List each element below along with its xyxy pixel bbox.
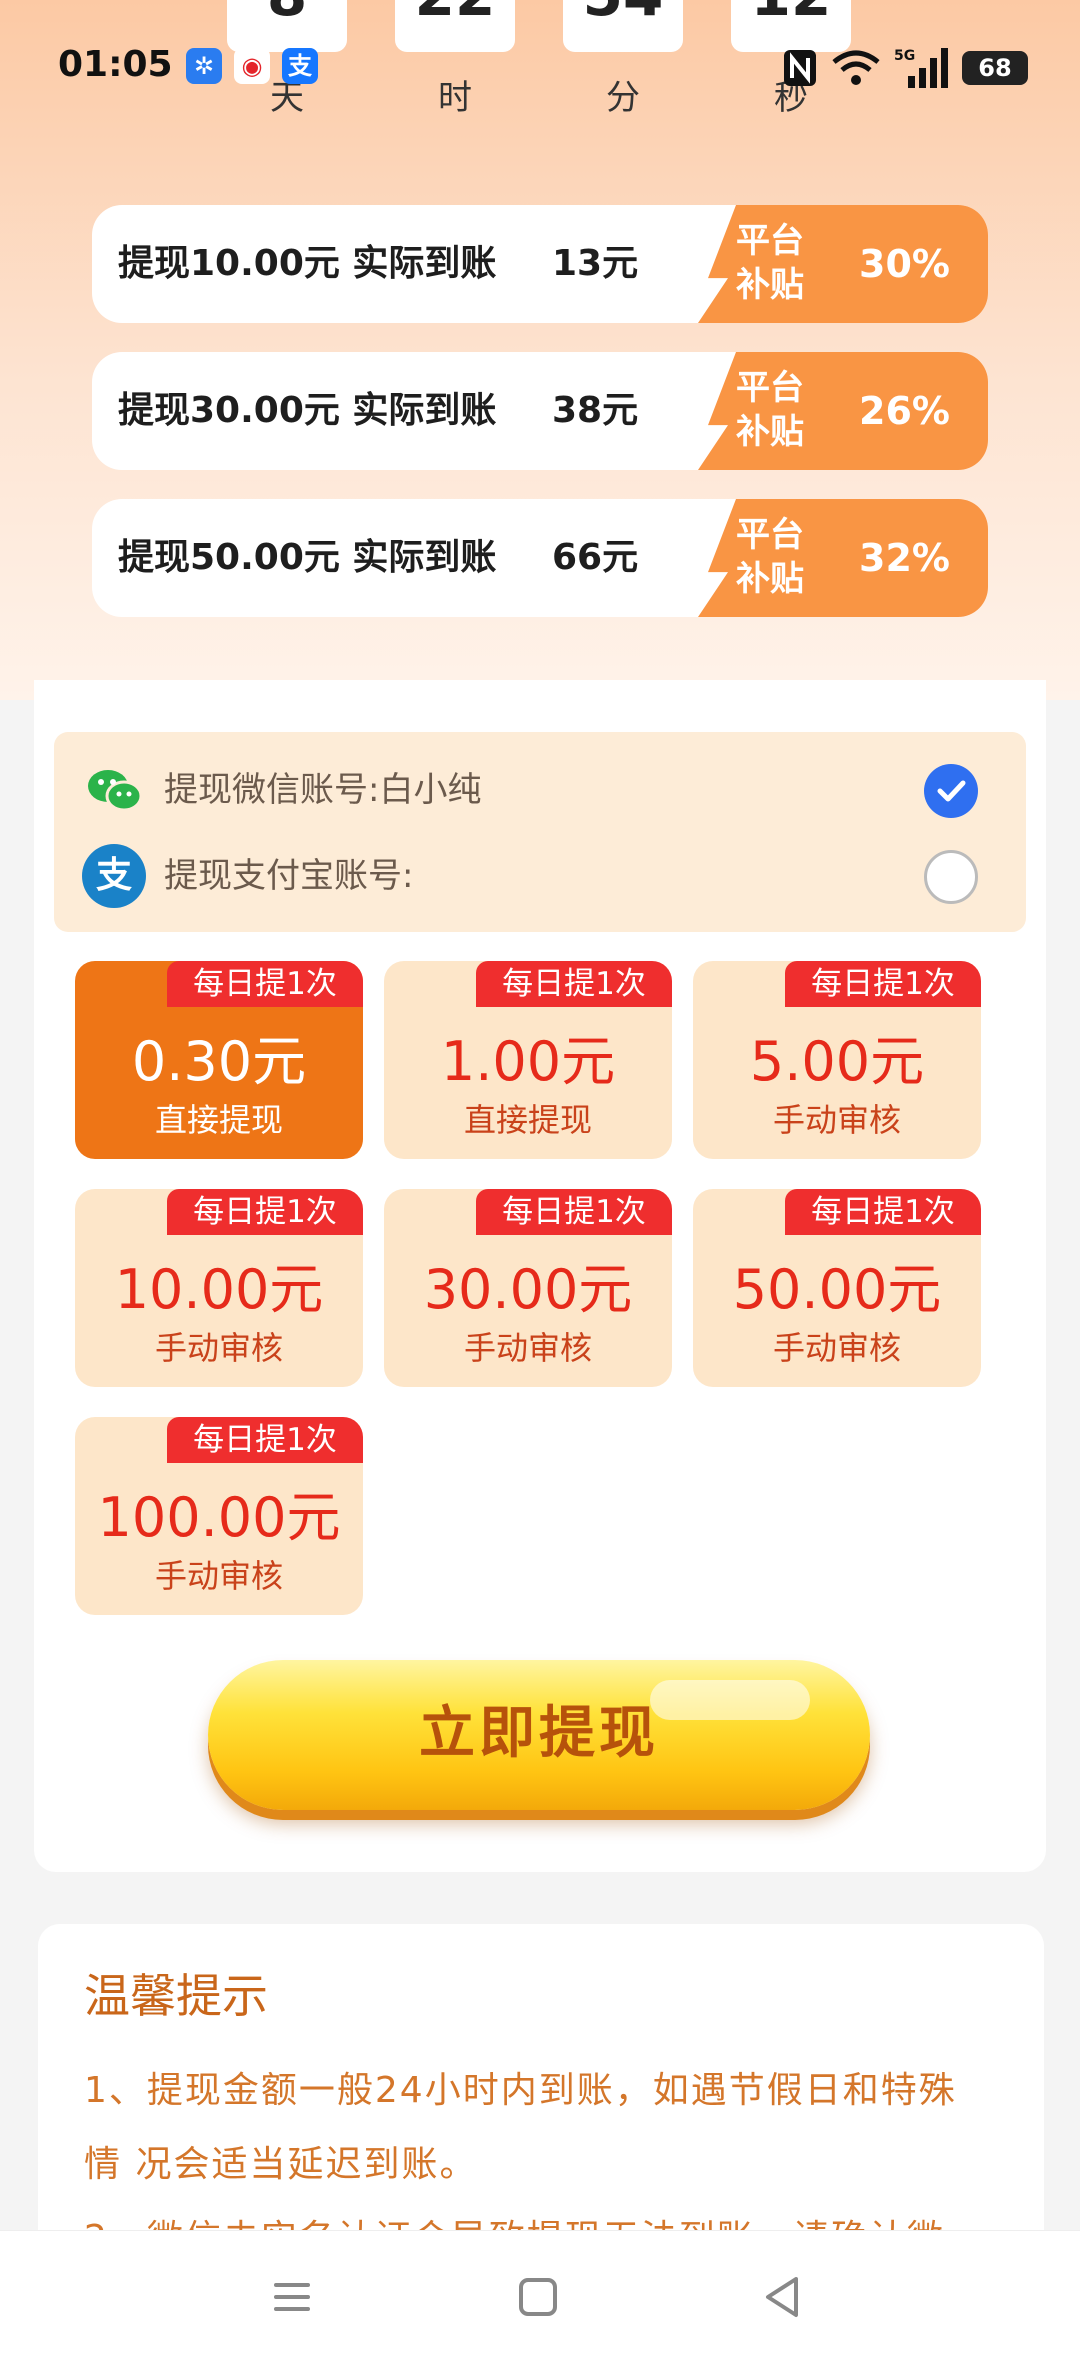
amount-value: 10.00元 — [114, 1258, 324, 1321]
wechat-account-option[interactable]: 提现微信账号:白小纯 — [54, 750, 1026, 830]
cellular-signal-icon: 5G — [894, 48, 948, 88]
wifi-icon — [832, 50, 880, 85]
amount-desc: 手动审核 — [772, 1329, 901, 1367]
amount-option[interactable]: 每日提1次 50.00元 手动审核 — [693, 1189, 981, 1387]
amount-desc: 手动审核 — [463, 1329, 592, 1367]
battery-indicator: 68 — [962, 51, 1028, 85]
alipay-notification-icon: 支 — [282, 48, 318, 84]
status-time: 01:05 — [58, 44, 173, 85]
amount-value: 50.00元 — [732, 1258, 942, 1321]
tips-title: 温馨提示 — [84, 1969, 268, 2023]
amount-value: 5.00元 — [749, 1030, 925, 1093]
amount-option[interactable]: 每日提1次 100.00元 手动审核 — [75, 1417, 363, 1615]
tips-card: 温馨提示 1、提现金额一般24小时内到账，如遇节假日和特殊 情 况会适当延迟到账… — [38, 1924, 1044, 2264]
status-indicators: 5G 68 — [782, 46, 1028, 90]
subsidy-row: 提现30.00元 实际到账 38元 平台 补贴 26% — [92, 352, 988, 470]
weibo-icon: ◉ — [234, 48, 270, 84]
amount-desc: 手动审核 — [772, 1101, 901, 1139]
countdown-hours: 22 — [415, 0, 496, 29]
subsidy-text: 提现10.00元 实际到账 — [118, 243, 497, 284]
daily-limit-badge: 每日提1次 — [476, 1189, 672, 1235]
amount-value: 1.00元 — [440, 1030, 616, 1093]
subsidy-percent: 32% — [859, 536, 950, 580]
daily-limit-badge: 每日提1次 — [785, 1189, 981, 1235]
wechat-account-label: 提现微信账号:白小纯 — [164, 770, 482, 810]
subsidy-text: 提现50.00元 实际到账 — [118, 537, 497, 578]
account-panel: 提现微信账号:白小纯 支 提现支付宝账号: — [54, 732, 1026, 932]
alipay-account-option[interactable]: 支 提现支付宝账号: — [54, 836, 1026, 916]
tips-line: 1、提现金额一般24小时内到账，如遇节假日和特殊 — [84, 2070, 957, 2111]
alipay-account-label: 提现支付宝账号: — [164, 856, 414, 896]
amount-desc: 直接提现 — [463, 1101, 592, 1139]
menu-icon[interactable] — [262, 2267, 322, 2327]
button-highlight — [650, 1680, 810, 1720]
home-icon[interactable] — [508, 2267, 568, 2327]
system-nav-bar — [0, 2230, 1080, 2362]
amount-desc: 直接提现 — [154, 1101, 283, 1139]
daily-limit-badge: 每日提1次 — [167, 961, 363, 1007]
countdown-minutes: 54 — [583, 0, 664, 29]
subsidy-tag: 平台 补贴 32% — [698, 499, 988, 617]
tips-line: 情 况会适当延迟到账。 — [84, 2144, 478, 2185]
daily-limit-badge: 每日提1次 — [785, 961, 981, 1007]
amount-option[interactable]: 每日提1次 10.00元 手动审核 — [75, 1189, 363, 1387]
countdown-days: 8 — [267, 0, 307, 29]
subsidy-tag: 平台 补贴 26% — [698, 352, 988, 470]
countdown-seconds: 12 — [751, 0, 832, 29]
subsidy-text: 提现30.00元 实际到账 — [118, 390, 497, 431]
subsidy-amount: 38元 — [552, 390, 639, 431]
subsidy-tag-label: 平台 补贴 — [736, 368, 804, 452]
subsidy-row: 提现50.00元 实际到账 66元 平台 补贴 32% — [92, 499, 988, 617]
withdraw-now-label: 立即提现 — [419, 1701, 659, 1766]
subsidy-amount: 66元 — [552, 537, 639, 578]
subsidy-tag-label: 平台 补贴 — [736, 221, 804, 305]
amount-desc: 手动审核 — [154, 1557, 283, 1595]
amount-value: 30.00元 — [423, 1258, 633, 1321]
withdraw-now-button[interactable]: 立即提现 — [208, 1660, 870, 1810]
subsidy-row: 提现10.00元 实际到账 13元 平台 补贴 30% — [92, 205, 988, 323]
daily-limit-badge: 每日提1次 — [167, 1417, 363, 1463]
subsidy-percent: 30% — [859, 242, 950, 286]
subsidy-amount: 13元 — [552, 243, 639, 284]
subsidy-percent: 26% — [859, 389, 950, 433]
wechat-icon — [88, 770, 143, 812]
check-icon — [937, 780, 966, 802]
amount-value: 100.00元 — [97, 1486, 341, 1549]
alipay-checkbox[interactable] — [924, 850, 978, 904]
alipay-icon: 支 — [82, 844, 146, 908]
daily-limit-badge: 每日提1次 — [476, 961, 672, 1007]
amount-option[interactable]: 每日提1次 0.30元 直接提现 — [75, 961, 363, 1159]
amount-value: 0.30元 — [131, 1030, 307, 1093]
amount-option[interactable]: 每日提1次 30.00元 手动审核 — [384, 1189, 672, 1387]
status-bar: 01:05 ✲ ◉ 支 5G 68 — [0, 40, 1080, 100]
subsidy-tag-label: 平台 补贴 — [736, 515, 804, 599]
withdraw-page: 8 22 54 12 天 时 分 秒 01:05 ✲ ◉ 支 5G — [0, 0, 1080, 2362]
amount-desc: 手动审核 — [154, 1329, 283, 1367]
daily-limit-badge: 每日提1次 — [167, 1189, 363, 1235]
subsidy-tag: 平台 补贴 30% — [698, 205, 988, 323]
amount-option[interactable]: 每日提1次 5.00元 手动审核 — [693, 961, 981, 1159]
signal-type-label: 5G — [894, 48, 915, 64]
back-icon[interactable] — [752, 2267, 812, 2327]
amount-option[interactable]: 每日提1次 1.00元 直接提现 — [384, 961, 672, 1159]
nfc-icon — [784, 50, 816, 86]
app-notification-icon: ✲ — [186, 48, 222, 84]
wechat-checkbox[interactable] — [924, 764, 978, 818]
